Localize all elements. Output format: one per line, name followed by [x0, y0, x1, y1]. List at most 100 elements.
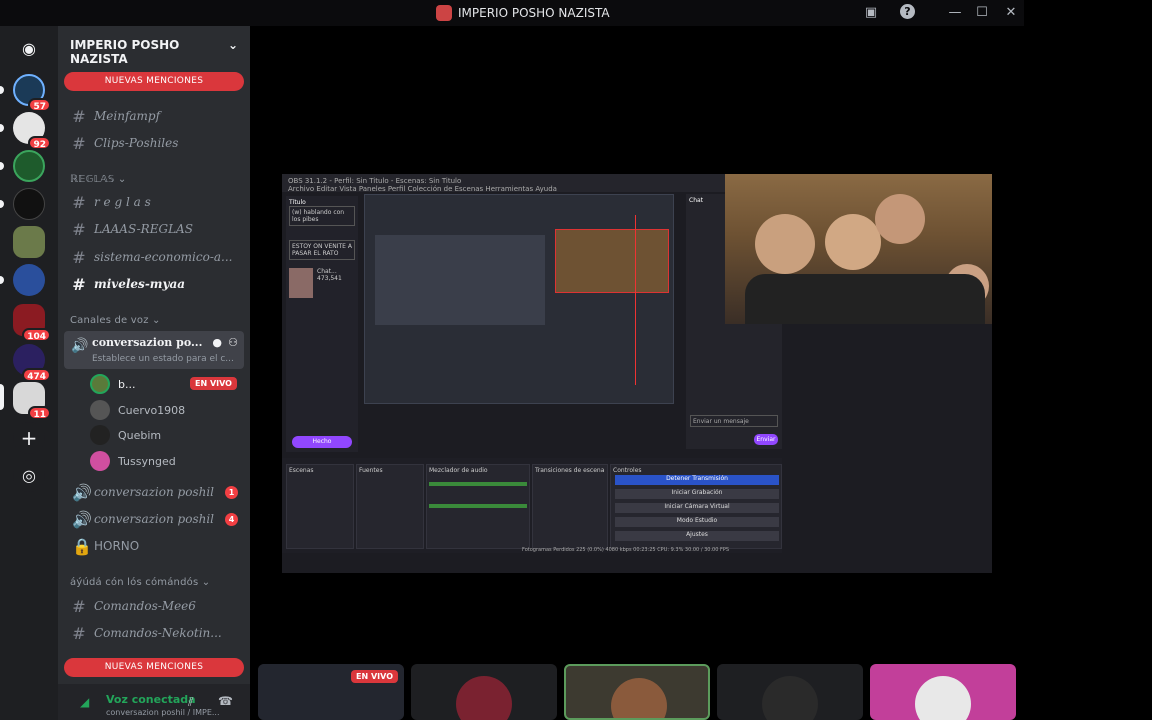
voice-channel-2[interactable]: 🔊 conversazion poshil 4: [64, 506, 244, 532]
voice-channel-link[interactable]: conversazion poshil / IMPE...: [106, 708, 220, 717]
stream-stage: OBS 31.1.2 - Perfil: Sin Titulo - Escena…: [250, 26, 1024, 720]
participant-tile-stream[interactable]: EN VIVO: [258, 664, 404, 720]
minimize-button[interactable]: —: [946, 4, 964, 22]
person: [875, 194, 925, 244]
maximize-button[interactable]: ☐: [973, 4, 991, 22]
server-avatar: [13, 226, 45, 258]
participant-tile[interactable]: [717, 664, 863, 720]
virtual-camera-button: Iniciar Cámara Virtual: [615, 503, 779, 513]
channel-reglas[interactable]: # r e g l a s: [64, 189, 244, 215]
discord-home-button[interactable]: ◉: [13, 32, 45, 64]
unread-pill: [0, 86, 4, 94]
hash-icon: #: [72, 247, 86, 267]
server-icon-7[interactable]: 104: [13, 304, 51, 342]
start-recording-button: Iniciar Grabación: [615, 489, 779, 499]
voice-user[interactable]: Quebim: [90, 423, 161, 447]
done-button: Hecho: [292, 436, 352, 448]
disconnect-icon[interactable]: ☎: [218, 694, 233, 708]
voice-status-input[interactable]: Establece un estado para el c...: [92, 354, 234, 364]
notify-field: ESTOY ON VENITE A PASAR EL RATO: [289, 240, 355, 260]
server-icon-4[interactable]: [13, 188, 45, 220]
channel-laaas-reglas[interactable]: # LAAAS-REGLAS: [64, 216, 244, 242]
lock-icon: 🔒: [72, 536, 92, 556]
mention-badge: 4: [225, 512, 238, 526]
title-bar: IMPERIO POSHO NAZISTA ▣ ? — ☐ ✕: [0, 0, 1024, 26]
server-icon-1[interactable]: 57: [13, 74, 51, 112]
channel-miveles-myaa[interactable]: # miveles-myaa: [64, 271, 244, 297]
settings-button: Ajustes: [615, 531, 779, 541]
avatar: [90, 374, 110, 394]
avatar: [915, 676, 971, 720]
signal-icon: ◢: [80, 695, 90, 709]
server-icon-5[interactable]: [13, 226, 45, 258]
voice-user[interactable]: Cuervo1908: [90, 398, 185, 422]
dock-sources: Fuentes: [356, 464, 424, 549]
voice-connected-label[interactable]: Voz conectada: [106, 693, 196, 706]
new-mentions-bottom[interactable]: NUEVAS MENCIONES: [64, 658, 244, 677]
guild-name: IMPERIO POSHO NAZISTA: [70, 38, 180, 66]
obs-stream-info: Título (w) hablando con los pibes ESTOY …: [286, 196, 358, 452]
discover-button[interactable]: ◎: [13, 460, 45, 492]
channel-meinfampf[interactable]: # Meinfampf: [64, 103, 244, 129]
avatar: [90, 451, 110, 471]
dock-controls: Controles Detener Transmisión Iniciar Gr…: [610, 464, 782, 549]
participant-tile[interactable]: [411, 664, 557, 720]
channel-clips[interactable]: # Clips-Poshiles: [64, 130, 244, 156]
plus-icon: +: [20, 426, 38, 450]
noise-suppression-icon[interactable]: ⫽: [188, 695, 193, 710]
participant-tile[interactable]: [870, 664, 1016, 720]
new-mentions-top[interactable]: NUEVAS MENCIONES: [64, 72, 244, 91]
channel-comandos-mee6[interactable]: # Comandos-Mee6: [64, 593, 244, 619]
close-button[interactable]: ✕: [1002, 4, 1020, 22]
active-voice-channel[interactable]: 🔊 conversazion po... Establece un estado…: [64, 331, 244, 369]
obs-docks: Escenas Fuentes Mezclador de audio Trans…: [282, 458, 782, 553]
voice-channel-horno[interactable]: 🔒 HORNO: [64, 533, 244, 559]
dock-scenes: Escenas: [286, 464, 354, 549]
add-server-button[interactable]: +: [13, 422, 45, 454]
chat-input: Enviar un mensaje: [690, 415, 778, 427]
category-rules[interactable]: ℝ𝔼𝔾𝕃𝔸𝕊 ⌄: [70, 174, 126, 185]
hash-icon: #: [72, 192, 86, 212]
server-icon-2[interactable]: 92: [13, 112, 51, 150]
help-button[interactable]: ?: [900, 4, 918, 22]
server-avatar: [13, 188, 45, 220]
hash-icon: #: [72, 133, 86, 153]
server-icon-active[interactable]: 11: [13, 382, 51, 420]
server-icon-8[interactable]: 474: [13, 344, 51, 382]
studio-mode-button: Modo Estudio: [615, 517, 779, 527]
inbox-icon[interactable]: ▣: [862, 4, 880, 22]
live-badge: EN VIVO: [190, 377, 237, 390]
server-icon-3[interactable]: [13, 150, 45, 182]
channel-sistema-economico[interactable]: # sistema-economico-a...: [64, 244, 244, 270]
participant-tile-speaking[interactable]: [564, 664, 710, 720]
category-help[interactable]: áýúdá cón lós cómándós ⌄: [70, 577, 210, 588]
unread-pill: [0, 124, 4, 132]
clothing: [745, 274, 985, 324]
voice-user[interactable]: Tussynged: [90, 449, 176, 473]
hash-icon: #: [72, 623, 86, 643]
avatar: [90, 425, 110, 445]
hash-icon: #: [72, 106, 86, 126]
audio-meter: [429, 482, 527, 486]
mention-badge: 474: [22, 368, 51, 382]
channel-sidebar: IMPERIO POSHO NAZISTA ⌄ NUEVAS MENCIONES…: [58, 26, 250, 720]
category-voice[interactable]: Canales de voz ⌄: [70, 315, 161, 326]
voice-channel-1[interactable]: 🔊 conversazion poshil 1: [64, 479, 244, 505]
hash-icon: #: [72, 274, 86, 294]
avatar: [456, 676, 512, 720]
screen-share-stream[interactable]: OBS 31.1.2 - Perfil: Sin Titulo - Escena…: [282, 174, 992, 573]
guild-header[interactable]: IMPERIO POSHO NAZISTA ⌄: [58, 26, 250, 66]
obs-status-bar: Fotogramas Perdidos 225 (0.0%) 4080 kbps…: [522, 547, 730, 553]
server-icon-6[interactable]: [13, 264, 45, 296]
help-icon: ?: [900, 4, 915, 19]
webcam-overlay: [725, 174, 992, 324]
guide-line: [635, 215, 636, 385]
stream-title-field: (w) hablando con los pibes: [289, 206, 355, 226]
compass-icon: ◎: [22, 466, 36, 485]
add-member-icon[interactable]: ⚇: [228, 336, 238, 349]
stop-stream-button: Detener Transmisión: [615, 475, 779, 485]
voice-user[interactable]: b...: [90, 372, 135, 396]
avatar: [90, 400, 110, 420]
chat-bubble-icon[interactable]: ●: [212, 336, 222, 349]
channel-comandos-nekotin[interactable]: # Comandos-Nekotin...: [64, 620, 244, 646]
